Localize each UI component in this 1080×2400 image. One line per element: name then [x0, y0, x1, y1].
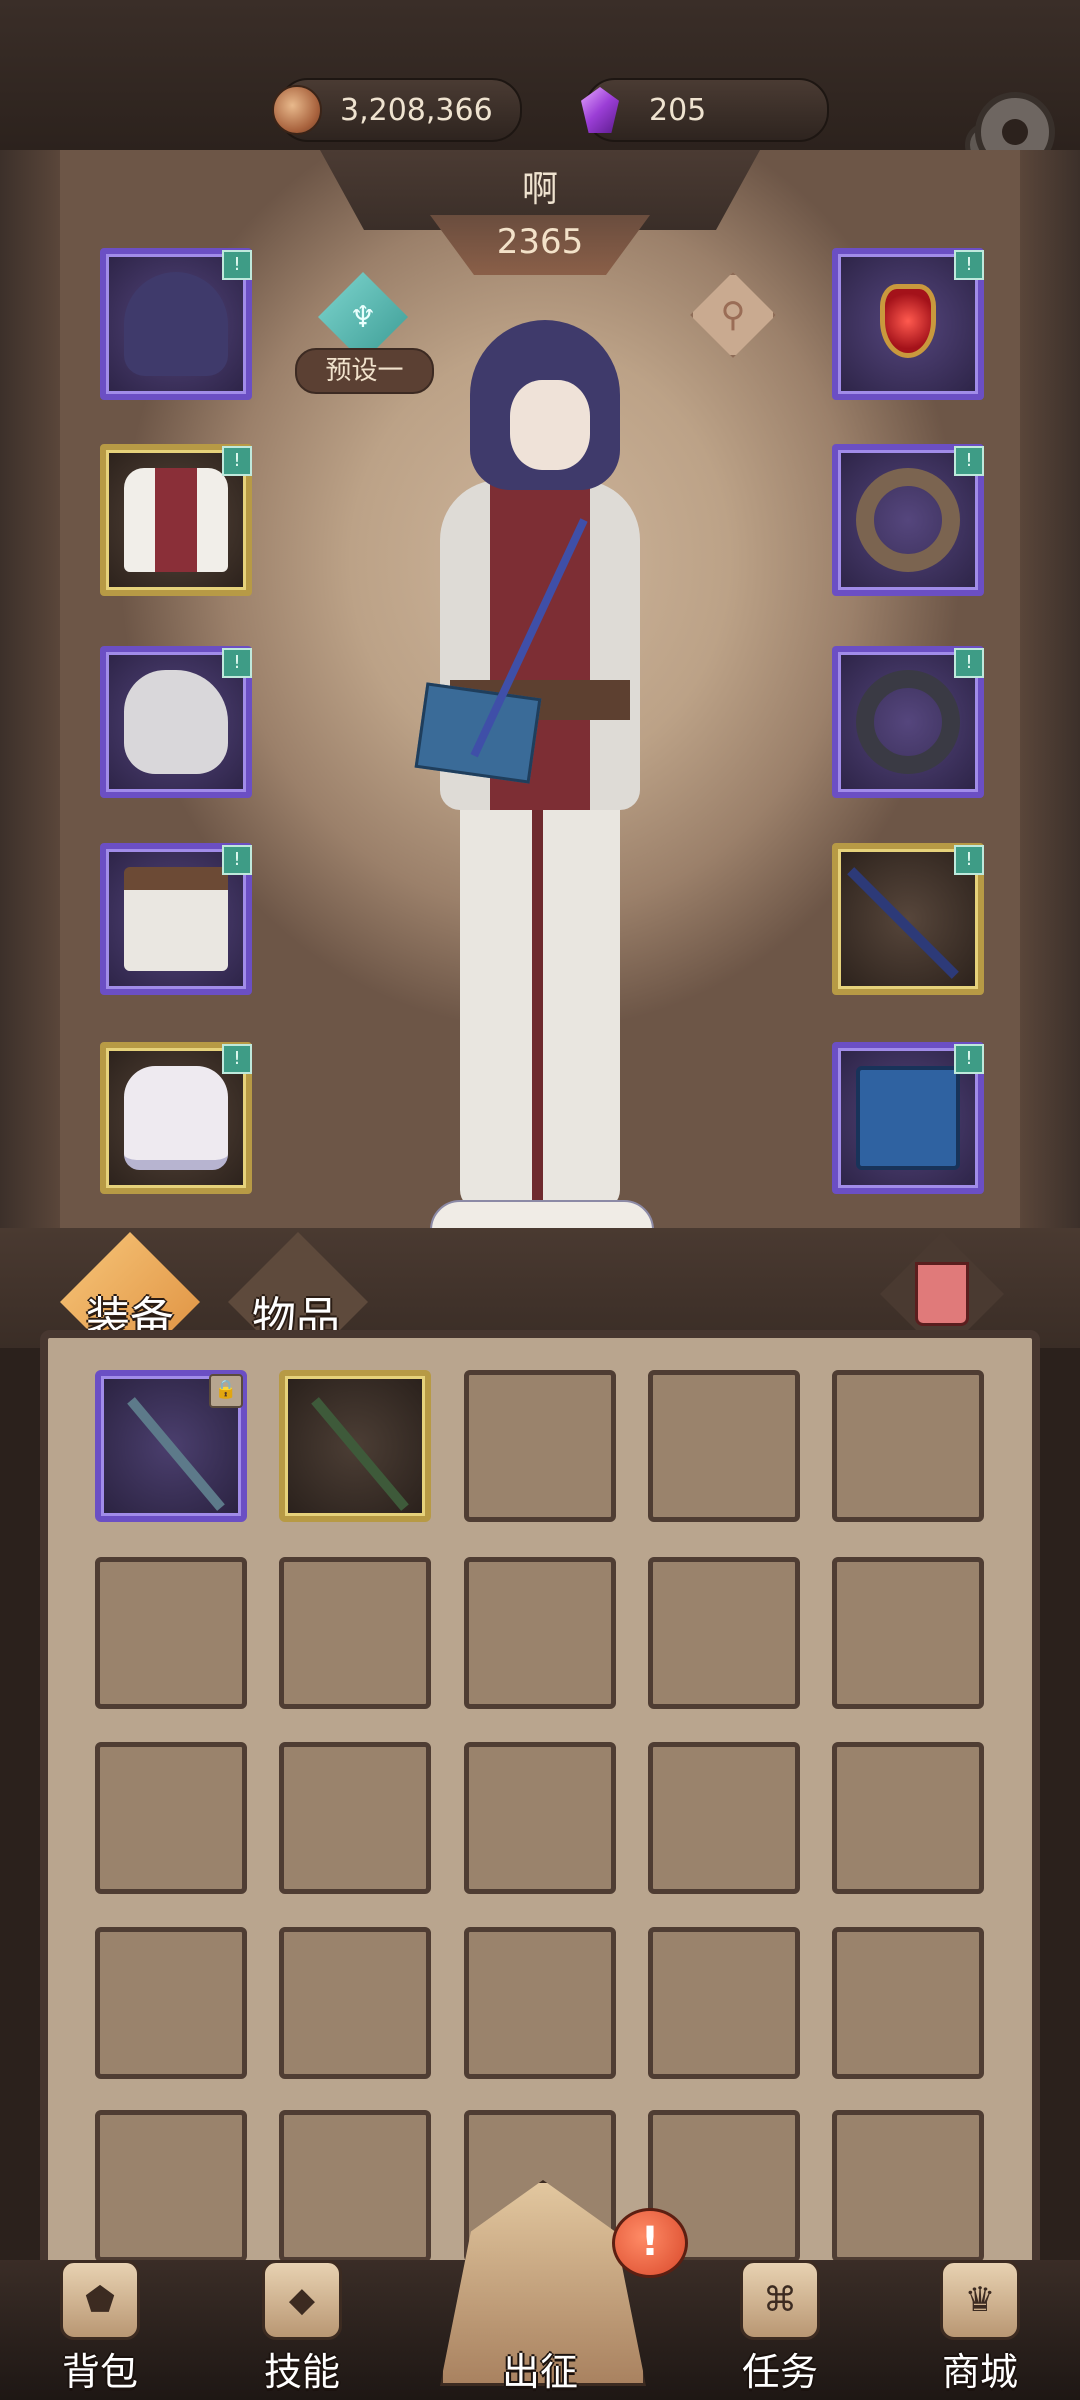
shirt-icon [124, 468, 228, 572]
inventory-cell[interactable] [832, 2110, 984, 2262]
nav-expedition-label: 出征 [501, 2350, 578, 2394]
inventory-cell[interactable] [279, 2110, 431, 2262]
upgrade-badge: ! [222, 845, 252, 875]
equip-slot-bracelet[interactable]: ! [832, 444, 984, 596]
right-frame [1020, 150, 1080, 1270]
equip-slot-hands[interactable]: ! [100, 646, 252, 798]
equip-slot-feet[interactable]: ! [100, 1042, 252, 1194]
nav-quests[interactable]: ⌘ 任务 [700, 2260, 860, 2400]
inventory-cell[interactable] [279, 1742, 431, 1894]
coin-counter: 3,208,366 [272, 78, 522, 142]
inventory-cell[interactable] [648, 1927, 800, 2079]
ring-icon [856, 670, 960, 774]
tome-icon [856, 1066, 960, 1170]
equip-slot-ring[interactable]: ! [832, 646, 984, 798]
upgrade-badge: ! [954, 1044, 984, 1074]
inventory-cell[interactable] [464, 1927, 616, 2079]
staff-icon [847, 867, 959, 979]
coin-amount: 3,208,366 [340, 92, 493, 128]
lock-icon: 🔒 [209, 1374, 243, 1408]
inventory-cell[interactable] [832, 1742, 984, 1894]
gem-counter: 205 [581, 78, 829, 142]
upgrade-badge: ! [222, 648, 252, 678]
upgrade-badge: ! [954, 845, 984, 875]
inventory-cell[interactable] [464, 1370, 616, 1522]
equip-slot-legs[interactable]: ! [100, 843, 252, 995]
staff-icon [311, 1397, 409, 1511]
equip-slot-head[interactable]: ! [100, 248, 252, 400]
inventory-cell[interactable] [464, 1742, 616, 1894]
amulet-icon [880, 284, 936, 358]
alert-badge-icon: ! [612, 2208, 688, 2278]
inventory-cell[interactable] [832, 1927, 984, 2079]
nav-expedition[interactable]: 出征 [460, 2260, 620, 2400]
staff-icon [127, 1397, 225, 1511]
pants-icon [124, 867, 228, 971]
inventory-cell[interactable] [648, 1742, 800, 1894]
copper-coin-icon [272, 85, 322, 135]
left-frame [0, 150, 60, 1270]
inventory-cell[interactable] [648, 1557, 800, 1709]
inventory-cell[interactable] [464, 1557, 616, 1709]
skill-book-icon: ◆ [262, 2260, 342, 2340]
inventory-cell[interactable] [95, 1557, 247, 1709]
nav-shop[interactable]: ♛ 商城 [900, 2260, 1060, 2400]
character-book [414, 682, 542, 784]
shop-crown-icon: ♛ [940, 2260, 1020, 2340]
upgrade-badge: ! [222, 446, 252, 476]
nav-backpack-label: 背包 [61, 2350, 138, 2394]
top-bar [0, 0, 1080, 150]
equip-slot-chest[interactable]: ! [100, 444, 252, 596]
character-legs [460, 790, 620, 1210]
character-power: 2365 [496, 222, 584, 262]
inventory-cell[interactable] [279, 1370, 431, 1522]
nav-backpack[interactable]: ⬟ 背包 [20, 2260, 180, 2400]
trash-icon[interactable] [915, 1262, 969, 1326]
equip-slot-neck[interactable]: ! [832, 248, 984, 400]
backpack-icon: ⬟ [60, 2260, 140, 2340]
equip-slot-offhand[interactable]: ! [832, 1042, 984, 1194]
inventory-cell[interactable] [832, 1370, 984, 1522]
upgrade-badge: ! [954, 250, 984, 280]
hood-icon [124, 272, 228, 376]
inventory-cell[interactable] [279, 1557, 431, 1709]
inventory-cell[interactable] [95, 1742, 247, 1894]
upgrade-badge: ! [222, 250, 252, 280]
inventory-cell[interactable]: 🔒 [95, 1370, 247, 1522]
scroll-icon: ⌘ [740, 2260, 820, 2340]
inventory-cell[interactable] [95, 2110, 247, 2262]
character-name: 啊 [521, 169, 558, 210]
upgrade-badge: ! [954, 648, 984, 678]
boots-icon [124, 1066, 228, 1170]
glove-icon [124, 670, 228, 774]
nav-shop-label: 商城 [941, 2350, 1018, 2394]
equip-slot-weapon[interactable]: ! [832, 843, 984, 995]
nav-skills-label: 技能 [263, 2350, 340, 2394]
nav-quests-label: 任务 [741, 2350, 818, 2394]
gem-amount: 205 [649, 92, 707, 128]
upgrade-badge: ! [222, 1044, 252, 1074]
nav-skills[interactable]: ◆ 技能 [222, 2260, 382, 2400]
inventory-cell[interactable] [648, 1370, 800, 1522]
bracelet-icon [856, 468, 960, 572]
upgrade-badge: ! [954, 446, 984, 476]
character-face [510, 380, 590, 470]
inventory-cell[interactable] [832, 1557, 984, 1709]
character-portrait [400, 320, 700, 1270]
inventory-cell[interactable] [279, 1927, 431, 2079]
inventory-cell[interactable] [95, 1927, 247, 2079]
